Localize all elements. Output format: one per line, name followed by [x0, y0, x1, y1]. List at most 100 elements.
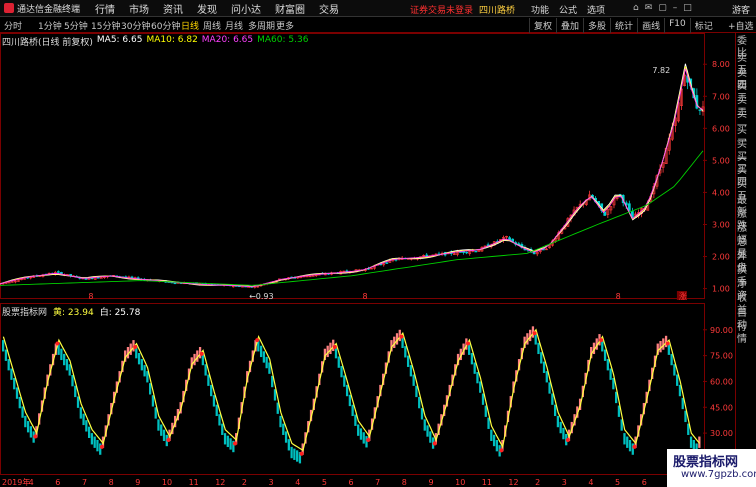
menu-wealth[interactable]: 财富圈	[268, 1, 312, 16]
menu-formula[interactable]: 公式	[559, 3, 577, 16]
indicator-bar	[476, 371, 479, 384]
indicator-bar	[7, 359, 10, 371]
period-30min[interactable]: 30分钟	[121, 19, 150, 32]
period-intraday[interactable]: 分时	[4, 19, 22, 32]
chart-area[interactable]: 8.00 7.00 6.00 5.00 4.00 3.00 2.00 1.00 7.82 ←0.9…	[0, 33, 735, 487]
sidebar-quotes[interactable]: 行情	[737, 322, 756, 346]
window-icon[interactable]: ▢	[658, 3, 667, 13]
indicator-bar	[348, 394, 351, 407]
indicator-signal-dot	[665, 341, 670, 346]
indicator-bar	[495, 440, 499, 452]
main-y-tick-label: 4.00	[712, 188, 730, 197]
candle-body	[130, 276, 134, 279]
price-annotation: 7.82	[652, 66, 670, 75]
ma20-label: MA20: 6.65	[201, 35, 254, 45]
indicator-bar	[481, 393, 485, 405]
menu-trade[interactable]: 交易	[312, 1, 346, 16]
indicator-bar	[628, 440, 632, 452]
stock-name: 四川路桥	[479, 6, 516, 16]
main-price-panel[interactable]: 8.00 7.00 6.00 5.00 4.00 3.00 2.00 1.00 7.82 ←0.9…	[0, 33, 730, 302]
add-watchlist-button[interactable]: +自选	[728, 19, 754, 32]
indicator-bar	[340, 365, 343, 378]
overlay-button[interactable]: 叠加	[556, 18, 583, 33]
main-y-tick-label: 1.00	[712, 285, 730, 294]
period-more[interactable]: 更多	[276, 19, 294, 32]
indicator-bar	[85, 420, 88, 432]
window-icons: ⌂ ✉ ▢ – □	[633, 3, 692, 13]
indicator-bar	[623, 433, 626, 445]
menu-news[interactable]: 资讯	[156, 1, 190, 16]
x-tick-label: 4	[29, 478, 34, 487]
period-1min[interactable]: 1分钟	[38, 19, 62, 32]
indicator-signal-dot	[532, 331, 537, 336]
menu-market[interactable]: 市场	[122, 1, 156, 16]
mail-icon[interactable]: ✉	[645, 3, 653, 13]
draw-button[interactable]: 画线	[637, 18, 664, 33]
menu-discover[interactable]: 发现	[190, 1, 224, 16]
indicator-bar	[282, 423, 285, 435]
candle-body	[56, 271, 60, 273]
month-marker: 8	[88, 292, 93, 301]
indicator-bar	[293, 448, 296, 460]
period-monthly[interactable]: 月线	[225, 19, 243, 32]
indicator-bar	[676, 374, 679, 386]
multi-stock-button[interactable]: 多股	[583, 18, 610, 33]
mark-button[interactable]: 标记	[689, 18, 717, 33]
indicator-bar	[157, 419, 160, 431]
period-weekly[interactable]: 周线	[203, 19, 221, 32]
x-tick-label: 10	[162, 478, 172, 487]
period-multi[interactable]: 多周期	[248, 19, 275, 32]
candle-body	[84, 278, 88, 280]
candle-body	[173, 282, 177, 285]
period-daily[interactable]: 日线	[181, 19, 199, 32]
guest-label[interactable]: 游客	[732, 3, 750, 16]
indicator-bar	[470, 353, 474, 365]
x-tick-label: 2	[535, 478, 540, 487]
indicator-bar	[406, 355, 410, 367]
indicator-signal-dot	[166, 438, 171, 442]
login-notice[interactable]: 证券交易未登录 四川路桥	[410, 3, 515, 16]
minimize-icon[interactable]: –	[673, 3, 678, 13]
menu-quotes[interactable]: 行情	[88, 1, 122, 16]
x-tick-label: 2	[242, 478, 247, 487]
indicator-bar	[4, 349, 8, 361]
indicator-bar	[215, 404, 218, 417]
indicator-signal-dot	[133, 345, 138, 349]
f10-button[interactable]: F10	[664, 18, 690, 33]
period-60min[interactable]: 60分钟	[151, 19, 180, 32]
indicator-bar	[556, 415, 560, 428]
indicator-bar	[559, 421, 562, 434]
menu-options[interactable]: 选项	[587, 3, 605, 16]
menu-ask[interactable]: 问小达	[224, 1, 268, 16]
stats-button[interactable]: 统计	[610, 18, 637, 33]
x-tick-label: 9	[135, 478, 140, 487]
x-tick-label: 11	[482, 478, 492, 487]
indicator-bar	[603, 349, 607, 361]
notice-text: 证券交易未登录	[410, 6, 474, 16]
indicator-bar	[540, 352, 543, 364]
indicator-bar	[259, 345, 263, 358]
adjust-button[interactable]: 复权	[529, 18, 556, 33]
quote-sidebar: 委比 卖五 卖四 卖三 卖二 卖一 买一 买二 买三 买四 买五 最新 涨跌 涨…	[735, 33, 756, 487]
period-5min[interactable]: 5分钟	[64, 19, 88, 32]
indicator-signal-dot	[366, 438, 371, 442]
indicator-bar	[204, 364, 207, 376]
main-y-tick-label: 8.00	[712, 60, 730, 69]
indicator-y-tick-label: 45.00	[710, 403, 733, 412]
candle-body	[385, 262, 389, 264]
indicator-bar	[415, 385, 418, 398]
month-marker: 8	[363, 292, 368, 301]
x-tick-label: 11	[189, 478, 199, 487]
home-icon[interactable]: ⌂	[633, 3, 639, 13]
indicator-panel[interactable]: 90.0075.0060.0045.0030.0015.002019年46789…	[0, 303, 735, 487]
indicator-bar	[487, 417, 490, 429]
menu-function[interactable]: 功能	[531, 3, 549, 16]
period-15min[interactable]: 15分钟	[91, 19, 120, 32]
indicator-bar	[420, 408, 424, 420]
x-tick-label: 9	[428, 478, 433, 487]
indicator-bar	[65, 359, 69, 371]
maximize-icon[interactable]: □	[683, 3, 692, 13]
x-tick-label: 8	[402, 478, 407, 487]
indicator-bar	[10, 368, 13, 380]
indicator-bar	[93, 436, 96, 448]
